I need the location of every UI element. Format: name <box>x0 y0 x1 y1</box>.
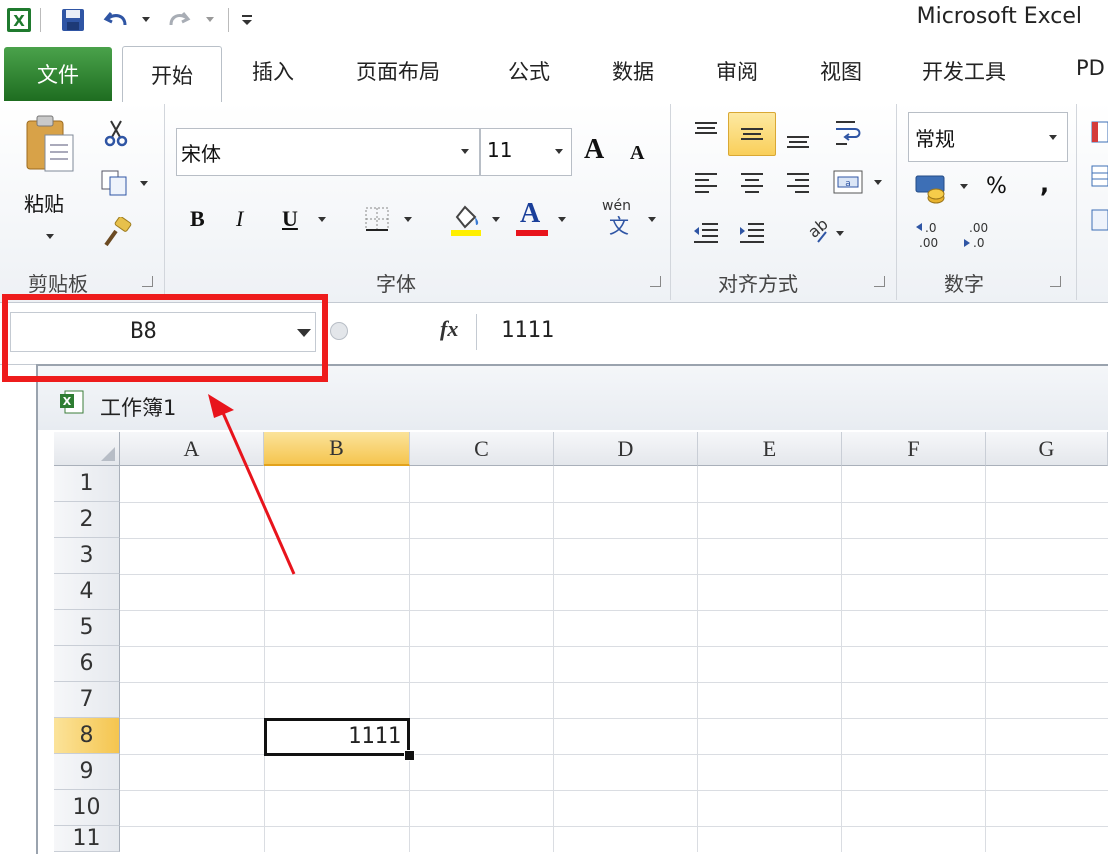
annotation-arrow <box>208 394 296 575</box>
